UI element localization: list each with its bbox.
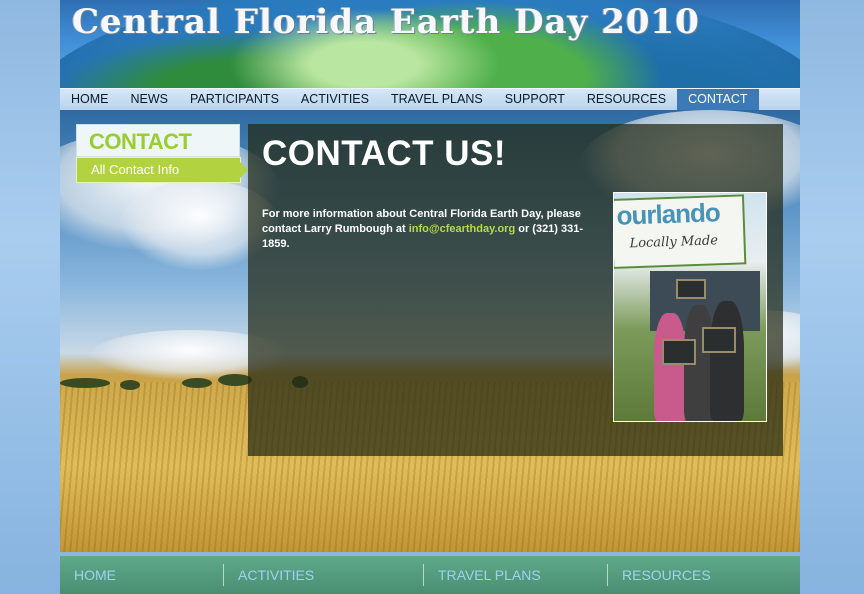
footer-nav: HOME ACTIVITIES TRAVEL PLANS RESOURCES bbox=[60, 556, 800, 594]
nav-home[interactable]: HOME bbox=[60, 89, 120, 110]
nav-participants[interactable]: PARTICIPANTS bbox=[179, 89, 290, 110]
page-frame: Central Florida Earth Day 2010 HOME NEWS… bbox=[60, 0, 800, 594]
site-title[interactable]: Central Florida Earth Day 2010 bbox=[72, 2, 700, 42]
site-header: Central Florida Earth Day 2010 bbox=[60, 0, 800, 88]
contact-photo: ourlando Locally Made bbox=[613, 192, 767, 422]
email-link[interactable]: info@cfearthday.org bbox=[409, 223, 515, 235]
footer-nav-resources[interactable]: RESOURCES bbox=[607, 564, 800, 586]
main-nav: HOME NEWS PARTICIPANTS ACTIVITIES TRAVEL… bbox=[60, 88, 800, 111]
photo-tagline: Locally Made bbox=[629, 233, 719, 252]
photo-person bbox=[710, 301, 744, 421]
nav-contact[interactable]: CONTACT bbox=[677, 89, 759, 110]
photo-chalkboard bbox=[676, 279, 706, 299]
photo-chalkboard bbox=[702, 327, 736, 353]
content-panel: CONTACT US! For more information about C… bbox=[248, 124, 783, 456]
footer-nav-home[interactable]: HOME bbox=[60, 564, 223, 586]
photo-person bbox=[654, 313, 686, 421]
sidebar-heading: CONTACT bbox=[76, 124, 240, 157]
tree bbox=[60, 378, 110, 388]
nav-news[interactable]: NEWS bbox=[120, 89, 180, 110]
nav-activities[interactable]: ACTIVITIES bbox=[290, 89, 380, 110]
photo-banner: ourlando Locally Made bbox=[614, 194, 747, 269]
tree bbox=[120, 380, 140, 390]
footer-nav-travel-plans[interactable]: TRAVEL PLANS bbox=[423, 564, 607, 586]
sidebar-item-all-contact-info[interactable]: All Contact Info bbox=[76, 157, 248, 183]
photo-brand-text: ourlando bbox=[616, 197, 721, 231]
tree bbox=[218, 374, 252, 386]
photo-chalkboard bbox=[662, 339, 696, 365]
nav-travel-plans[interactable]: TRAVEL PLANS bbox=[380, 89, 494, 110]
contact-paragraph: For more information about Central Flori… bbox=[262, 207, 602, 252]
footer-nav-activities[interactable]: ACTIVITIES bbox=[223, 564, 423, 586]
tree bbox=[182, 378, 212, 388]
nav-resources[interactable]: RESOURCES bbox=[576, 89, 677, 110]
page-title: CONTACT US! bbox=[262, 134, 506, 173]
nav-support[interactable]: SUPPORT bbox=[494, 89, 576, 110]
